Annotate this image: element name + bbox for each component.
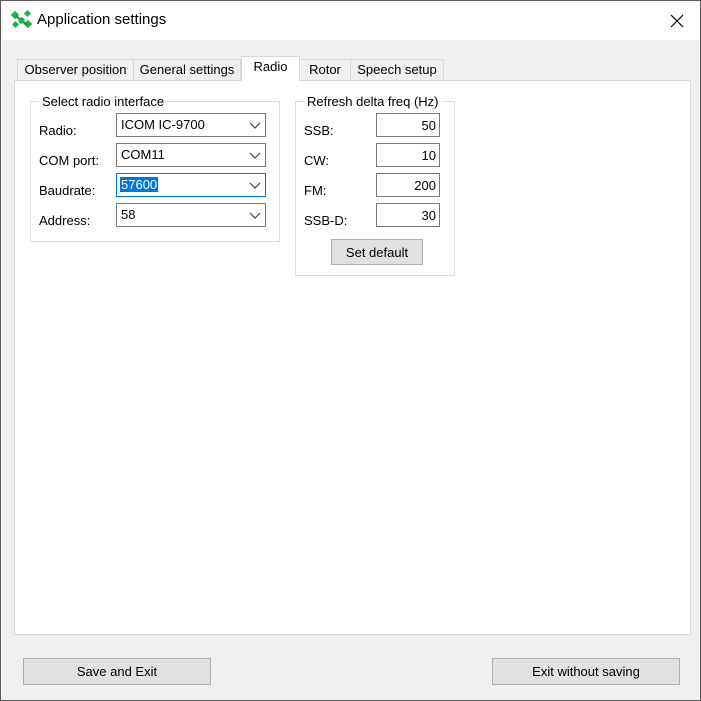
ssb-label: SSB: [304, 123, 334, 138]
exit-without-saving-button[interactable]: Exit without saving [492, 658, 680, 685]
refresh-delta-group: Refresh delta freq (Hz) SSB: CW: FM: SSB… [295, 94, 455, 276]
fm-input[interactable] [378, 175, 439, 195]
chevron-down-icon [249, 182, 261, 189]
ssb-field[interactable] [376, 113, 440, 137]
radio-label: Radio: [39, 123, 77, 138]
baudrate-label: Baudrate: [39, 183, 96, 198]
refresh-delta-group-title: Refresh delta freq (Hz) [304, 94, 442, 109]
cw-field[interactable] [376, 143, 440, 167]
satellite-icon [11, 10, 33, 29]
save-and-exit-button[interactable]: Save and Exit [23, 658, 211, 685]
window-title: Application settings [37, 11, 167, 28]
tab-strip: Observer position General settings Radio… [14, 56, 694, 81]
tab-observer-position[interactable]: Observer position [17, 59, 134, 80]
address-select[interactable]: 58 [116, 203, 266, 227]
tab-general-settings[interactable]: General settings [133, 59, 241, 80]
com-port-select[interactable]: COM11 [116, 143, 266, 167]
close-button[interactable] [654, 1, 700, 40]
radio-interface-group-title: Select radio interface [39, 94, 168, 109]
tab-rotor[interactable]: Rotor [299, 59, 351, 80]
chevron-down-icon [249, 122, 261, 129]
set-default-button[interactable]: Set default [331, 239, 423, 265]
radio-select-value: ICOM IC-9700 [121, 117, 205, 132]
title-bar: Application settings [1, 1, 700, 40]
radio-select[interactable]: ICOM IC-9700 [116, 113, 266, 137]
ssb-input[interactable] [378, 115, 439, 135]
cw-input[interactable] [378, 145, 439, 165]
radio-interface-group: Select radio interface Radio: ICOM IC-97… [30, 94, 280, 242]
address-select-value: 58 [121, 207, 136, 222]
close-icon [670, 14, 684, 27]
cw-label: CW: [304, 153, 330, 168]
chevron-down-icon [249, 152, 261, 159]
ssb-d-label: SSB-D: [304, 213, 348, 228]
radio-tab-page: Select radio interface Radio: ICOM IC-97… [14, 80, 691, 635]
ssb-d-input[interactable] [378, 205, 439, 225]
baudrate-select[interactable]: 57600 [116, 173, 266, 197]
com-port-select-value: COM11 [121, 147, 165, 162]
tab-speech-setup[interactable]: Speech setup [350, 59, 444, 80]
ssb-d-field[interactable] [376, 203, 440, 227]
address-label: Address: [39, 213, 91, 228]
tab-radio[interactable]: Radio [241, 56, 300, 81]
com-port-label: COM port: [39, 153, 99, 168]
fm-field[interactable] [376, 173, 440, 197]
fm-label: FM: [304, 183, 327, 198]
chevron-down-icon [249, 212, 261, 219]
settings-window: Application settings Observer position G… [0, 0, 701, 701]
baudrate-select-value: 57600 [120, 177, 159, 192]
